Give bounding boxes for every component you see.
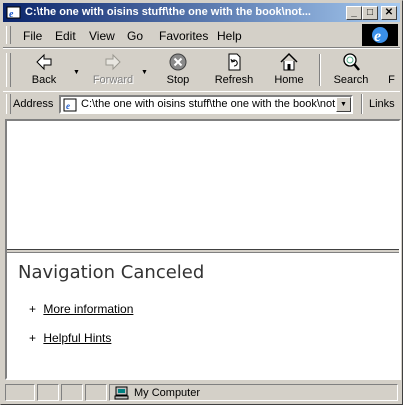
refresh-button[interactable]: Refresh bbox=[209, 51, 259, 89]
menu-grip[interactable] bbox=[6, 26, 11, 44]
forward-label: Forward bbox=[92, 74, 134, 86]
status-panel bbox=[37, 384, 59, 401]
menu-favorites[interactable]: Favorites bbox=[159, 29, 208, 43]
more-information-link[interactable]: More information bbox=[43, 302, 133, 316]
status-panel bbox=[5, 384, 35, 401]
ie-logo-icon: e bbox=[372, 27, 388, 45]
title-bar[interactable]: e C:\the one with oisins stuff\the one w… bbox=[3, 3, 400, 22]
links-button[interactable]: Links bbox=[369, 98, 395, 110]
address-dropdown-icon[interactable]: ▼ bbox=[336, 97, 351, 112]
menu-edit[interactable]: Edit bbox=[55, 29, 76, 43]
home-button[interactable]: Home bbox=[267, 51, 311, 89]
list-item-more-information: + More information bbox=[29, 302, 133, 316]
menu-help[interactable]: Help bbox=[217, 29, 242, 43]
html-page-icon: e bbox=[63, 98, 77, 112]
page-title: Navigation Canceled bbox=[18, 262, 205, 283]
maximize-button[interactable]: □ bbox=[362, 6, 378, 20]
svg-text:e: e bbox=[374, 28, 381, 45]
minimize-button[interactable]: _ bbox=[346, 6, 362, 20]
address-label: Address bbox=[13, 98, 54, 110]
favorites-button-partial[interactable]: F bbox=[383, 51, 400, 89]
standard-toolbar: Back ▼ Forward ▼ Stop Refresh Home Searc… bbox=[3, 48, 400, 92]
search-icon bbox=[343, 53, 360, 71]
home-label: Home bbox=[274, 74, 304, 86]
ie-window-icon: e bbox=[6, 6, 21, 20]
back-arrow-icon bbox=[36, 53, 52, 71]
toolbar-grip[interactable] bbox=[6, 53, 11, 87]
list-item-helpful-hints: + Helpful Hints bbox=[29, 331, 111, 345]
menu-go[interactable]: Go bbox=[127, 29, 143, 43]
status-zone-text: My Computer bbox=[134, 387, 201, 399]
search-label: Search bbox=[333, 74, 369, 86]
stop-label: Stop bbox=[166, 74, 190, 86]
forward-button[interactable]: Forward bbox=[85, 51, 141, 89]
back-button[interactable]: Back bbox=[19, 51, 69, 89]
ie-throbber-logo: e bbox=[362, 24, 398, 46]
menu-view[interactable]: View bbox=[89, 29, 115, 43]
status-panel bbox=[61, 384, 83, 401]
helpful-hints-link[interactable]: Helpful Hints bbox=[43, 331, 111, 345]
status-panel bbox=[85, 384, 107, 401]
links-separator bbox=[361, 94, 363, 114]
close-button[interactable]: ✕ bbox=[381, 6, 397, 20]
stop-icon bbox=[169, 53, 187, 71]
address-grip[interactable] bbox=[6, 94, 11, 114]
address-url: C:\the one with oisins stuff\the one wit… bbox=[81, 98, 336, 110]
content-area: Navigation Canceled + More information +… bbox=[5, 119, 401, 380]
forward-arrow-icon bbox=[105, 53, 121, 71]
status-bar: My Computer bbox=[3, 382, 400, 402]
forward-dropdown-icon[interactable]: ▼ bbox=[141, 69, 148, 76]
my-computer-icon bbox=[114, 386, 129, 400]
menu-file[interactable]: File bbox=[23, 29, 42, 43]
home-icon bbox=[280, 52, 298, 71]
toolbar-separator bbox=[319, 54, 321, 86]
address-bar: Address e C:\the one with oisins stuff\t… bbox=[3, 91, 400, 116]
svg-text:e: e bbox=[9, 9, 14, 20]
frame-divider[interactable] bbox=[7, 249, 399, 253]
menu-bar: File Edit View Go Favorites Help e bbox=[3, 23, 400, 48]
svg-text:e: e bbox=[66, 101, 70, 111]
window-title: C:\the one with oisins stuff\the one wit… bbox=[25, 6, 311, 18]
status-zone-panel: My Computer bbox=[109, 384, 398, 401]
bullet-plus: + bbox=[29, 302, 37, 316]
bullet-plus: + bbox=[29, 331, 37, 345]
search-button[interactable]: Search bbox=[329, 51, 373, 89]
refresh-label: Refresh bbox=[214, 74, 254, 86]
refresh-icon bbox=[228, 53, 241, 71]
back-label: Back bbox=[31, 74, 57, 86]
browser-window: e C:\the one with oisins stuff\the one w… bbox=[0, 0, 403, 405]
address-input[interactable]: e C:\the one with oisins stuff\the one w… bbox=[59, 95, 353, 114]
stop-button[interactable]: Stop bbox=[157, 51, 199, 89]
favorites-label-partial: F bbox=[388, 74, 395, 86]
back-dropdown-icon[interactable]: ▼ bbox=[73, 69, 80, 76]
